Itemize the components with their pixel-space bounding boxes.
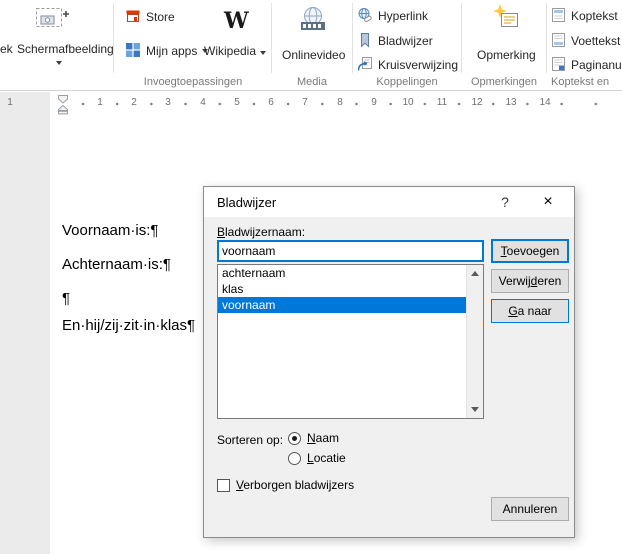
ruler-number: 10	[402, 97, 414, 108]
ruler-number: 2	[131, 97, 137, 108]
document-line[interactable]: ¶	[62, 290, 70, 307]
footer-label: Voettekst	[571, 34, 621, 48]
bookmark-name-input[interactable]	[217, 240, 484, 262]
cross-reference-icon	[357, 56, 373, 75]
bookmark-label: Bladwijzer	[378, 34, 433, 48]
ruler-number: 7	[302, 97, 308, 108]
bookmark-list[interactable]: achternaam klas voornaam	[217, 264, 484, 419]
bookmark-button[interactable]: Bladwijzer	[357, 31, 433, 51]
sort-location-label: Locatie	[307, 451, 346, 465]
page-number-icon	[551, 56, 566, 75]
ruler-number: 1	[7, 97, 13, 108]
group-separator	[546, 3, 547, 73]
sort-name-label: Naam	[307, 431, 340, 445]
scroll-up-icon[interactable]	[471, 271, 479, 276]
bookmark-list-item[interactable]: klas	[218, 281, 483, 297]
radio-selected-icon	[288, 431, 301, 445]
help-button[interactable]: ?	[494, 194, 516, 210]
checkbox-icon	[217, 478, 230, 492]
dropdown-arrow-icon	[260, 51, 266, 55]
page-number-label: Paginanu	[571, 58, 622, 72]
wikipedia-icon: W	[224, 8, 249, 34]
group-separator	[271, 3, 272, 73]
group-separator	[461, 3, 462, 73]
delete-button[interactable]: Verwijderen	[491, 269, 569, 293]
bookmark-name-label: Bladwijzernaam:	[217, 225, 306, 239]
sort-location-radio[interactable]: Locatie	[288, 451, 346, 465]
store-icon	[125, 8, 141, 27]
scrollbar[interactable]	[466, 265, 483, 418]
hidden-bookmarks-label: Verborgen bladwijzers	[236, 478, 355, 492]
dropdown-arrow-icon	[56, 61, 62, 65]
my-apps-label: Mijn apps	[146, 44, 198, 58]
online-video-button[interactable]: Onlinevideo	[276, 2, 350, 74]
add-button[interactable]: Toevoegen	[491, 239, 569, 263]
header-label: Koptekst	[571, 9, 618, 23]
page-number-button[interactable]: Paginanu	[551, 55, 622, 75]
screenshot-label: Schermafbeelding	[17, 42, 114, 56]
ruler-number: 9	[371, 97, 377, 108]
ruler[interactable]: 1 1 2 3 4 5 6 7 8 9 10 11 12 13 14	[0, 92, 622, 117]
ruler-number: 11	[436, 97, 448, 108]
close-icon[interactable]: ×	[532, 192, 564, 213]
group-label-koppelingen: Koppelingen	[376, 76, 438, 88]
ruler-number: 14	[539, 97, 551, 108]
bookmark-dialog: Bladwijzer ? × Bladwijzernaam: achternaa…	[203, 186, 575, 538]
ruler-number: 6	[268, 97, 274, 108]
ruler-number: 5	[234, 97, 240, 108]
sort-name-radio[interactable]: Naam	[288, 431, 339, 445]
comment-button[interactable]: Opmerking	[468, 2, 544, 74]
scroll-down-icon[interactable]	[471, 407, 479, 412]
store-button[interactable]: Store	[125, 7, 175, 27]
screenshot-button[interactable]: Schermafbeelding	[2, 2, 114, 74]
cross-reference-button[interactable]: Kruisverwijzing	[357, 55, 458, 75]
group-separator	[352, 3, 353, 73]
ruler-number: 4	[200, 97, 206, 108]
screenshot-icon	[35, 4, 69, 37]
cancel-button[interactable]: Annuleren	[491, 497, 569, 521]
ruler-number: 8	[337, 97, 343, 108]
my-apps-button[interactable]: Mijn apps	[125, 41, 209, 61]
goto-button[interactable]: Ga naar	[491, 299, 569, 323]
comment-icon	[492, 4, 520, 35]
sort-by-label: Sorteren op:	[217, 433, 284, 447]
document-line[interactable]: Achternaam·is:¶	[62, 256, 171, 273]
radio-unselected-icon	[288, 451, 301, 465]
footer-button[interactable]: Voettekst	[551, 31, 622, 51]
ribbon: ek Schermafbeelding Store Mijn apps W Wi…	[0, 0, 622, 91]
hyperlink-button[interactable]: Hyperlink	[357, 6, 428, 26]
group-separator	[113, 3, 114, 73]
document-line[interactable]: En·hij/zij·zit·in·klas¶	[62, 317, 195, 334]
wikipedia-label: Wikipedia	[204, 44, 257, 58]
footer-icon	[551, 32, 566, 51]
bookmark-list-item[interactable]: achternaam	[218, 265, 483, 281]
comment-label: Opmerking	[477, 48, 536, 62]
ruler-number: 13	[505, 97, 517, 108]
header-icon	[551, 7, 566, 26]
dialog-titlebar[interactable]: Bladwijzer ? ×	[204, 187, 574, 217]
hyperlink-label: Hyperlink	[378, 9, 429, 23]
document-line[interactable]: Voornaam·is:¶	[62, 222, 158, 239]
store-label: Store	[146, 10, 175, 24]
apps-icon	[125, 42, 141, 61]
cross-reference-label: Kruisverwijzing	[378, 58, 459, 72]
bookmark-list-item-selected[interactable]: voornaam	[218, 297, 483, 313]
ruler-number: 1	[97, 97, 103, 108]
ruler-number: 3	[165, 97, 171, 108]
wikipedia-button[interactable]: W Wikipedia	[202, 2, 268, 74]
word-window: ek Schermafbeelding Store Mijn apps W Wi…	[0, 0, 622, 554]
bookmark-icon	[357, 32, 373, 51]
group-label-media: Media	[297, 76, 327, 88]
header-button[interactable]: Koptekst	[551, 6, 622, 26]
online-video-icon	[297, 6, 329, 35]
hyperlink-icon	[357, 7, 373, 26]
group-label-opmerkingen: Opmerkingen	[470, 76, 538, 88]
dialog-title: Bladwijzer	[217, 195, 277, 210]
hidden-bookmarks-checkbox[interactable]: Verborgen bladwijzers	[217, 478, 354, 492]
group-label-koptekst: Koptekst en	[551, 76, 610, 88]
group-label-invoegtoepassingen: Invoegtoepassingen	[143, 76, 243, 88]
ruler-number: 12	[471, 97, 483, 108]
online-video-label: Onlinevideo	[282, 48, 346, 62]
